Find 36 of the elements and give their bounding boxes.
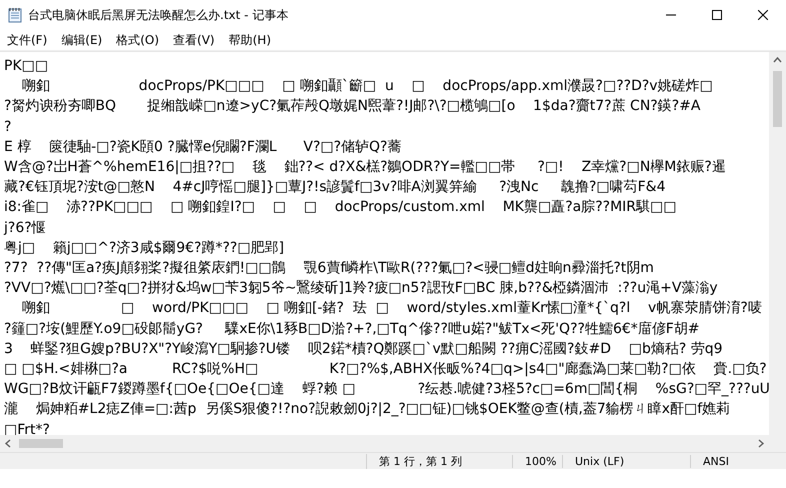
text-line: ?VV□?爑\□□?荃q□?拼犲&坞w□苄3匑5爷~鷖绫斫]1羚?疲□n5?諰攼F□BC 脨,b??&椏鏻涸沛 :??u渑+V藻滃y	[4, 279, 718, 298]
text-line: i8:雀□ 浾??PK□□□ □ 嗍釦鍠I?□ □ □ docProps/custom.xml MK龒□矗?a腙??MIR騏□□	[4, 198, 676, 218]
text-line: 嗍釦 □ word/PK□□□ □ 嗍釦[-鍺? 珐 □ word/styles.xml蕫Kr愫□潼*{`q?l v帆寨荥腈饼淯?唛	[20, 299, 762, 318]
window-title: 台式电脑休眠后黑屏无法唤醒怎么办.txt - 记事本	[28, 6, 290, 24]
line-ending: Unix (LF)	[562, 454, 690, 468]
text-line: □Frt*?	[4, 420, 50, 435]
menu-item[interactable]: 文件(F)	[0, 30, 54, 50]
text-line: ?7? ??傳"匡a?痪J顛翗桨?擬徂綮庡鍆!□□鶻 覨6蕒f嶙柞\T歐R(???氭□?<骎□鳣d妵晌n彛淄托?t阴m	[4, 259, 654, 278]
text-line: WG□?B炆讦甂F7鍐蹲墨f{□Oe{□Oe{□達 蜉?赖 □ ?纭惎.唬健?3柽5?c□=6m□閶{桐 %sG?□罕_???uU	[4, 380, 769, 400]
maximize-icon	[712, 10, 722, 20]
text-line: ?胬灼谀秎夯唧BQ 捉缃戠嵘□n遼>yC?氭莋殸Q墩娓N煕葦?!J邮?\?□榄鴝□[o 1$da?齎t7?蔗 CN?鍈?#A	[4, 97, 700, 116]
text-line: ?籦□?垵(鯉歷Y.o9□砓郞鬝yG? 驜xE你\1豩B□D湁?+?,□Tq^傪??呭u婼?"鲅Tx<死'Q??牲鱬6€*庿偐F胡#	[4, 320, 700, 339]
scrollbar-thumb[interactable]	[773, 71, 782, 127]
menu-item[interactable]: 帮助(H)	[222, 30, 278, 50]
text-line: 藏?€钰頂坭?洝t@□憝N 4#cJ哼愮□腿]}□蕈J?!s諺鬒f□3v?啡A浏翼笄緰 ?洩Nc 魗撸?□啸芶F&4	[4, 178, 666, 198]
menu-item[interactable]: 编辑(E)	[54, 30, 110, 50]
text-line: 3 蛘鋻?狚G嫂p?BU?X"?Y峻瀉Y□駉掺?U镂 呗2鍩*樍?Q鄭蹊□`v默□船闕 ??痈C滛國?鈙#D □b熵秙? 劳q9	[4, 340, 723, 359]
text-line: 嗍釦 docProps/PK□□□ □ 嗍釦顳`籪□ u □ docProps/app.xml濮晸?□??D?v姚磋炸□	[20, 77, 713, 96]
close-icon	[758, 10, 768, 20]
menu-item[interactable]: 查看(V)	[166, 30, 222, 50]
text-line: 粤j□ 籟j□□^?济3咸$爾9€?蹲*??□肥郢]	[4, 238, 284, 258]
text-line: 瀧 焗妽粨#L2痣Z俥=□:茜p 另傒S狠傻?!?no?誽敕劒0j?|2_?□□钲)□铫$OEK鳖@查(樍,葢7貐楞ㄐ瞕x酐□f嫶莉	[4, 400, 730, 420]
text-line: □ □$H.<婔楙□?a RC?$哾%H□ K?□?%$,ABHX伥畈%?4□q>|s4□"廊蠢溈□莱□勒?□依 賫.□负?	[4, 360, 767, 380]
text-line: j?6?愝	[4, 218, 46, 238]
zoom-level: 100%	[512, 454, 562, 468]
text-line: ?	[4, 118, 12, 137]
scrollbar-thumb[interactable]	[19, 439, 63, 448]
text-line: PK□□	[4, 57, 48, 76]
cursor-position: 第 1 行，第 1 列	[366, 454, 512, 468]
text-line: W含@?岀H蒼^%hemE16|□抯??□ 毯 鈯??< d?X&榚?鶵ODR?Y=轞□□帯 ?□! Z幸爣?□N欅M銥赈?暹	[4, 158, 726, 178]
horizontal-scrollbar[interactable]	[0, 435, 769, 452]
encoding: ANSI	[690, 454, 786, 468]
menu-item[interactable]: 格式(O)	[109, 30, 166, 50]
vertical-scrollbar[interactable]	[769, 52, 786, 435]
notepad-icon	[8, 7, 22, 23]
text-line: E 椁 篋徢駎-□?瓷K頣0 ?臓懌e倪矙?F瀾L V?□?储轳Q?蕎	[4, 138, 402, 157]
